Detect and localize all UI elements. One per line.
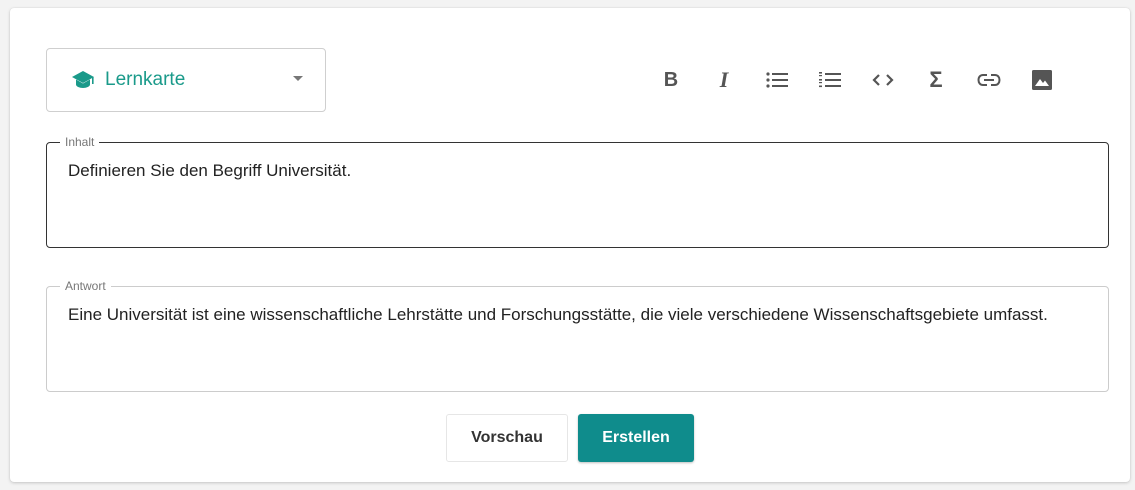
inhalt-input[interactable]: Definieren Sie den Begriff Universität. (68, 162, 1087, 180)
antwort-field[interactable]: Antwort Eine Universität ist eine wissen… (46, 278, 1109, 392)
inhalt-field[interactable]: Inhalt Definieren Sie den Begriff Univer… (46, 134, 1109, 248)
numbered-list-button[interactable] (814, 64, 846, 96)
image-icon (1032, 70, 1052, 90)
bold-button[interactable]: B (655, 64, 687, 96)
preview-button[interactable]: Vorschau (446, 414, 568, 462)
sigma-icon: Σ (929, 67, 943, 92)
bulleted-list-button[interactable] (761, 64, 793, 96)
action-buttons: Vorschau Erstellen (10, 414, 1130, 462)
chevron-down-icon (293, 76, 303, 81)
formula-button[interactable]: Σ (920, 64, 952, 96)
link-icon (977, 74, 1001, 86)
formatting-toolbar: B I Σ (655, 64, 1058, 96)
bulleted-list-icon (766, 72, 788, 88)
bold-icon: B (663, 69, 679, 91)
image-button[interactable] (1026, 64, 1058, 96)
inhalt-field-outline (46, 142, 1109, 248)
antwort-field-outline (46, 286, 1109, 392)
code-icon (872, 74, 894, 86)
italic-button[interactable]: I (708, 64, 740, 96)
antwort-input[interactable]: Eine Universität ist eine wissenschaftli… (68, 306, 1087, 324)
create-button[interactable]: Erstellen (578, 414, 694, 462)
link-button[interactable] (973, 64, 1005, 96)
antwort-label: Antwort (60, 278, 111, 294)
flashcard-editor: Lernkarte B I Σ Inhalt Definieren Sie de… (10, 8, 1130, 482)
card-type-label: Lernkarte (105, 69, 186, 90)
graduation-cap-icon (69, 66, 97, 94)
code-button[interactable] (867, 64, 899, 96)
card-type-dropdown[interactable]: Lernkarte (46, 48, 326, 112)
numbered-list-icon (819, 72, 841, 88)
inhalt-label: Inhalt (60, 134, 100, 150)
italic-icon: I (719, 67, 729, 92)
